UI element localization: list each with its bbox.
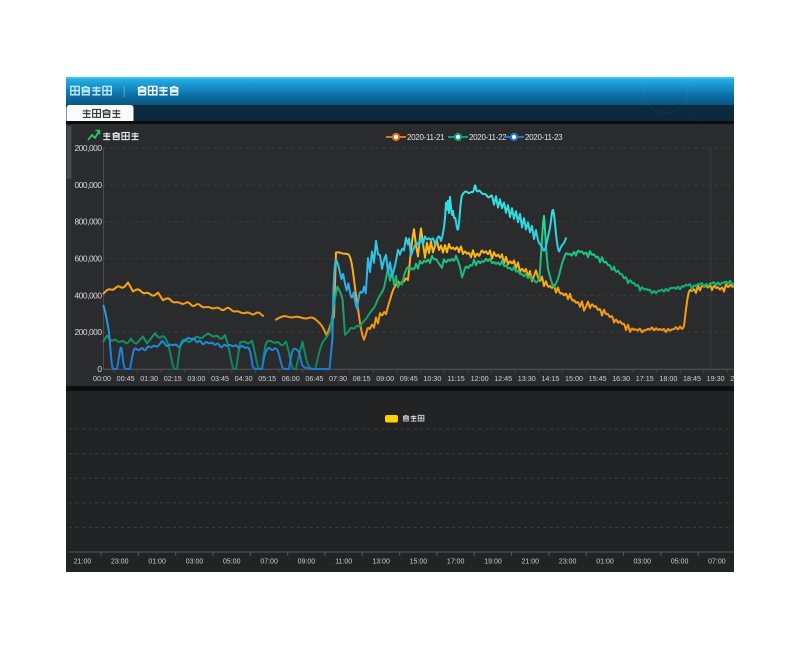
svg-text:21:00: 21:00 xyxy=(522,559,540,566)
svg-text:21:00: 21:00 xyxy=(74,559,92,566)
svg-text:400,000: 400,000 xyxy=(74,290,102,300)
svg-text:05:15: 05:15 xyxy=(258,374,276,383)
svg-text:13:30: 13:30 xyxy=(518,374,536,383)
svg-text:03:00: 03:00 xyxy=(186,559,204,566)
svg-text:200,000: 200,000 xyxy=(74,143,102,153)
svg-text:02:15: 02:15 xyxy=(164,374,182,383)
svg-text:07:30: 07:30 xyxy=(329,374,347,383)
svg-text:09:45: 09:45 xyxy=(400,374,418,383)
svg-text:01:30: 01:30 xyxy=(140,374,158,383)
svg-text:19:30: 19:30 xyxy=(707,374,725,383)
svg-text:16:30: 16:30 xyxy=(612,374,630,383)
svg-text:15:00: 15:00 xyxy=(565,374,583,383)
svg-text:12:45: 12:45 xyxy=(494,374,512,383)
svg-text:20:15: 20:15 xyxy=(730,374,734,383)
svg-text:09:00: 09:00 xyxy=(376,374,394,383)
svg-text:17:15: 17:15 xyxy=(636,374,654,383)
svg-text:800,000: 800,000 xyxy=(74,217,102,227)
svg-text:07:00: 07:00 xyxy=(260,559,278,566)
svg-text:15:00: 15:00 xyxy=(410,559,428,566)
svg-text:14:15: 14:15 xyxy=(541,374,559,383)
svg-text:17:00: 17:00 xyxy=(447,559,465,566)
svg-text:18:00: 18:00 xyxy=(659,374,677,383)
svg-text:03:00: 03:00 xyxy=(187,374,205,383)
svg-text:200,000: 200,000 xyxy=(74,327,102,337)
svg-text:0: 0 xyxy=(97,364,102,374)
svg-text:09:00: 09:00 xyxy=(298,559,316,566)
svg-text:04:30: 04:30 xyxy=(235,374,253,383)
svg-text:11:00: 11:00 xyxy=(335,559,352,566)
svg-text:2020-11-23: 2020-11-23 xyxy=(525,133,563,142)
svg-text:00:00: 00:00 xyxy=(93,374,111,383)
svg-text:06:00: 06:00 xyxy=(282,374,300,383)
svg-text:2020-11-21: 2020-11-21 xyxy=(407,133,445,142)
svg-text:15:45: 15:45 xyxy=(589,374,607,383)
svg-text:05:00: 05:00 xyxy=(671,559,689,566)
svg-text:06:45: 06:45 xyxy=(305,374,323,383)
svg-text:11:15: 11:15 xyxy=(447,374,464,383)
svg-text:23:00: 23:00 xyxy=(559,559,577,566)
svg-text:18:45: 18:45 xyxy=(683,374,701,383)
svg-text:03:00: 03:00 xyxy=(634,559,652,566)
svg-text:13:00: 13:00 xyxy=(372,559,390,566)
svg-text:10:30: 10:30 xyxy=(423,374,441,383)
svg-text:19:00: 19:00 xyxy=(484,559,502,566)
svg-text:01:00: 01:00 xyxy=(148,559,166,566)
svg-text:12:00: 12:00 xyxy=(471,374,489,383)
svg-text:00:45: 00:45 xyxy=(117,374,135,383)
svg-text:000,000: 000,000 xyxy=(74,180,102,190)
svg-text:05:00: 05:00 xyxy=(223,559,241,566)
svg-text:07:00: 07:00 xyxy=(708,559,726,566)
svg-text:23:00: 23:00 xyxy=(111,559,129,566)
svg-text:2020-11-22: 2020-11-22 xyxy=(469,133,507,142)
svg-text:08:15: 08:15 xyxy=(353,374,371,383)
svg-text:01:00: 01:00 xyxy=(596,559,614,566)
svg-text:03:45: 03:45 xyxy=(211,374,229,383)
svg-text:600,000: 600,000 xyxy=(74,253,102,263)
